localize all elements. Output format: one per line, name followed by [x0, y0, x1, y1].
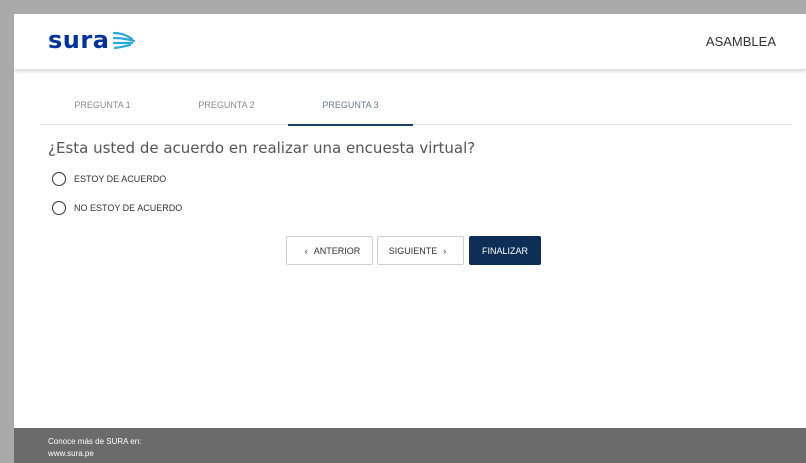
finish-button[interactable]: FINALIZAR — [469, 236, 541, 265]
finish-label: FINALIZAR — [481, 245, 528, 256]
option-no-estoy-de-acuerdo[interactable]: NO ESTOY DE ACUERDO — [52, 201, 182, 215]
app-window: sura ASAMBLEA PREGUNTA 1 PREGUNTA 2 PREG… — [14, 14, 806, 463]
option-estoy-de-acuerdo[interactable]: ESTOY DE ACUERDO — [52, 172, 166, 186]
chevron-left-icon: ‹ — [304, 245, 308, 256]
previous-label: ANTERIOR — [313, 245, 361, 256]
header-title: ASAMBLEA — [705, 34, 776, 49]
tab-pregunta-2[interactable]: PREGUNTA 2 — [164, 92, 289, 125]
logo-text: sura — [48, 26, 110, 54]
chevron-right-icon: › — [443, 245, 447, 256]
tab-label: PREGUNTA 1 — [74, 100, 131, 110]
next-label: SIGUIENTE — [388, 245, 438, 256]
logo-wing-icon — [113, 31, 136, 50]
footer-text: Conoce más de SURA en: — [48, 437, 142, 446]
question-tabs: PREGUNTA 1 PREGUNTA 2 PREGUNTA 3 — [40, 92, 792, 126]
previous-button[interactable]: ‹ ANTERIOR — [286, 236, 373, 265]
sura-logo[interactable]: sura — [48, 25, 136, 55]
option-label: ESTOY DE ACUERDO — [74, 174, 167, 184]
question-text: ¿Esta usted de acuerdo en realizar una e… — [48, 139, 476, 157]
option-label: NO ESTOY DE ACUERDO — [74, 203, 183, 213]
tab-label: PREGUNTA 3 — [322, 100, 379, 110]
tab-pregunta-3[interactable]: PREGUNTA 3 — [288, 92, 413, 126]
next-button[interactable]: SIGUIENTE › — [377, 236, 464, 265]
tab-label: PREGUNTA 2 — [198, 100, 255, 110]
tab-pregunta-1[interactable]: PREGUNTA 1 — [40, 92, 165, 125]
radio-button[interactable] — [52, 201, 66, 215]
active-tab-indicator — [288, 124, 413, 126]
footer-link[interactable]: www.sura.pe — [48, 448, 806, 460]
footer: Conoce más de SURA en: www.sura.pe — [14, 428, 806, 463]
radio-button[interactable] — [52, 172, 66, 186]
header: sura ASAMBLEA — [14, 14, 806, 69]
